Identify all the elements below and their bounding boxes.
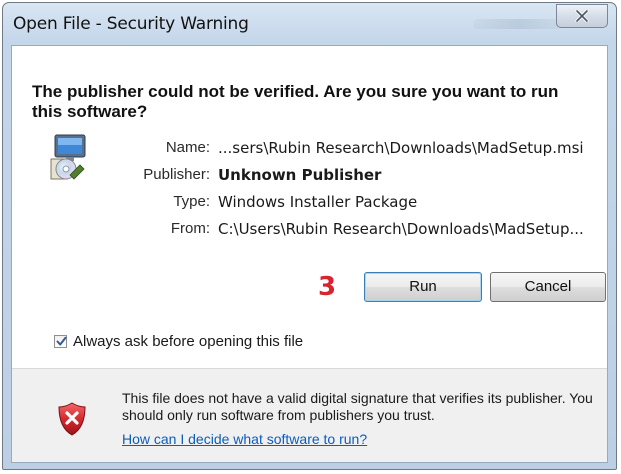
dialog-content: The publisher could not be verified. Are… xyxy=(11,45,608,463)
from-label: From: xyxy=(170,220,210,237)
always-ask-checkbox[interactable] xyxy=(54,335,67,348)
close-button[interactable] xyxy=(556,4,608,28)
always-ask-label[interactable]: Always ask before opening this file xyxy=(73,333,303,350)
security-shield-warning-icon xyxy=(58,402,86,436)
publisher-row: Publisher: xyxy=(98,166,210,186)
publisher-label: Publisher: xyxy=(143,166,210,183)
type-row: Type: xyxy=(98,193,210,213)
checkmark-icon xyxy=(56,336,67,346)
from-value: C:\Users\Rubin Research\Downloads\MadSet… xyxy=(218,220,584,238)
signature-warning-text: This file does not have a valid digital … xyxy=(122,390,593,423)
warning-heading: The publisher could not be verified. Are… xyxy=(32,82,559,121)
title-bar-background-blur xyxy=(473,19,563,29)
close-icon xyxy=(575,10,589,22)
publisher-value: Unknown Publisher xyxy=(218,166,382,184)
name-value: ...sers\Rubin Research\Downloads\MadSetu… xyxy=(218,139,584,157)
title-bar[interactable]: Open File - Security Warning xyxy=(3,3,616,45)
name-label: Name: xyxy=(165,139,210,156)
windows-installer-icon xyxy=(50,134,86,180)
security-warning-window: Open File - Security Warning The publish… xyxy=(2,2,617,470)
from-row: From: xyxy=(98,220,210,240)
cancel-button[interactable]: Cancel xyxy=(490,272,606,302)
step-number-annotation: 3 xyxy=(318,272,337,302)
window-title: Open File - Security Warning xyxy=(13,14,249,34)
help-link[interactable]: How can I decide what software to run? xyxy=(122,431,367,447)
type-label: Type: xyxy=(173,193,210,210)
run-button[interactable]: Run xyxy=(364,272,482,302)
type-value: Windows Installer Package xyxy=(218,193,418,211)
name-row: Name: xyxy=(98,139,210,159)
